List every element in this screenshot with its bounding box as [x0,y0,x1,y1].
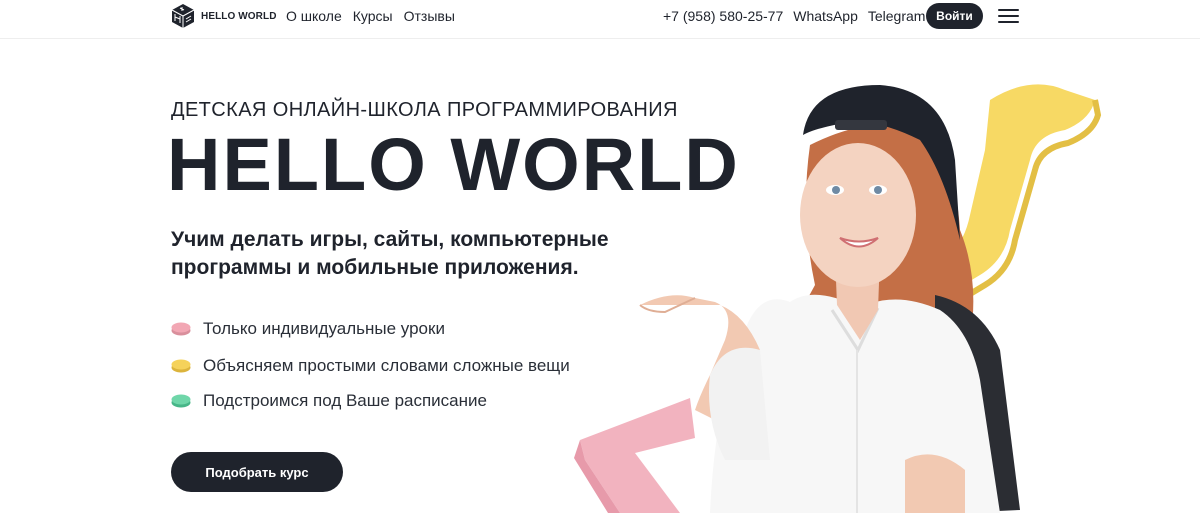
nav-about-link[interactable]: О школе [286,8,342,24]
hero-student-illustration [574,84,1102,513]
feature-text: Подстроимся под Ваше расписание [203,391,487,410]
pink-pill-icon [171,322,191,336]
header-contacts: +7 (958) 580-25-77 WhatsApp Telegram [663,8,925,24]
feature-item: Объясняем простыми словами сложные вещи [171,354,570,378]
nav-reviews-link[interactable]: Отзывы [404,8,455,24]
feature-text: Только индивидуальные уроки [203,319,445,338]
logo-cube-icon [171,4,195,28]
feature-text: Объясняем простыми словами сложные вещи [203,356,570,375]
hamburger-icon[interactable] [998,9,1019,23]
feature-item: Только индивидуальные уроки [171,317,570,341]
feature-item: Подстроимся под Ваше расписание [171,389,570,413]
login-button[interactable]: Войти [926,3,983,29]
whatsapp-link[interactable]: WhatsApp [793,8,858,24]
choose-course-button[interactable]: Подобрать курс [171,452,343,492]
nav-courses-link[interactable]: Курсы [353,8,393,24]
logo[interactable]: HELLO WORLD [171,3,277,29]
green-pill-icon [171,394,191,408]
telegram-link[interactable]: Telegram [868,8,926,24]
feature-list: Только индивидуальные уроки Объясняем пр… [171,317,570,413]
main-nav: О школе Курсы Отзывы [286,8,455,24]
site-header: HELLO WORLD О школе Курсы Отзывы +7 (958… [0,0,1200,39]
phone-link[interactable]: +7 (958) 580-25-77 [663,8,783,24]
logo-text: HELLO WORLD [201,10,277,22]
yellow-pill-icon [171,359,191,373]
